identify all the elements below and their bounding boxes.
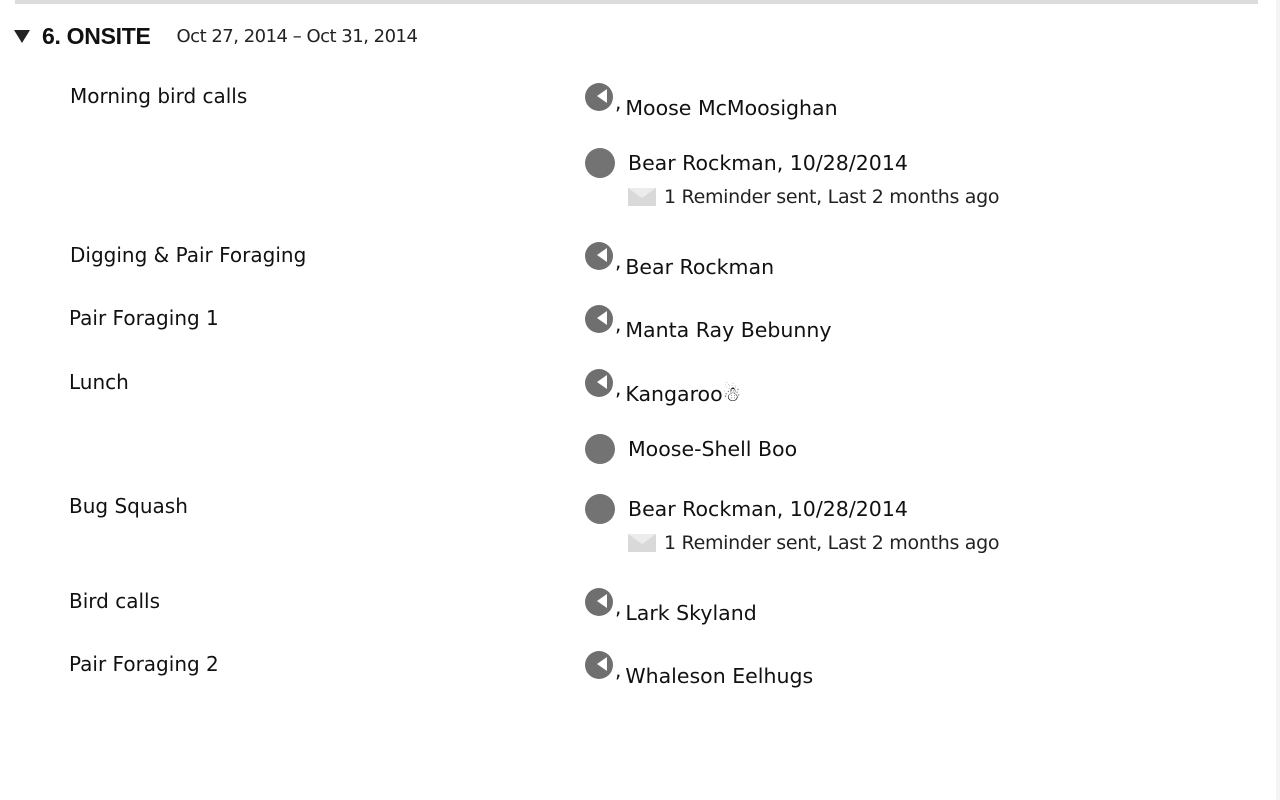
task-label: Pair Foraging 1 (69, 306, 219, 330)
mail-icon (628, 534, 656, 552)
assignee: , Lark Skyland (585, 588, 757, 625)
assignee: , Whaleson Eelhugs (585, 651, 813, 688)
assignee-name[interactable]: Bear Rockman (625, 255, 774, 279)
task-label: Digging & Pair Foraging (70, 243, 307, 267)
assignee-name[interactable]: Kangaroo☃ (625, 382, 741, 406)
flag-avatar-icon (585, 305, 613, 333)
task-label: Morning bird calls (70, 84, 248, 108)
assignee-separator: , (615, 658, 622, 682)
flag-avatar-icon (585, 651, 613, 679)
assignee-name[interactable]: Lark Skyland (625, 601, 756, 625)
task-label: Bird calls (69, 589, 160, 613)
section-header: 6. ONSITE Oct 27, 2014 – Oct 31, 2014 (14, 20, 418, 52)
assignee: Bear Rockman, 10/28/2014 (585, 148, 908, 178)
scrollbar-track[interactable] (1276, 0, 1280, 800)
assignee: , Manta Ray Bebunny (585, 305, 832, 342)
flag-avatar-icon (585, 588, 613, 616)
assignee-separator: , (615, 376, 622, 400)
mail-icon (628, 188, 656, 206)
flag-avatar-icon (585, 242, 613, 270)
assignee: Moose-Shell Boo (585, 434, 797, 464)
section-dates: Oct 27, 2014 – Oct 31, 2014 (176, 25, 418, 47)
collapse-triangle-icon[interactable] (14, 29, 30, 43)
avatar-dot-icon (585, 434, 615, 464)
task-label: Pair Foraging 2 (69, 652, 219, 676)
assignee-separator: , (615, 249, 622, 273)
avatar-dot-icon (585, 148, 615, 178)
reminder-text: 1 Reminder sent, Last 2 months ago (664, 532, 1000, 554)
assignee-separator: , (615, 595, 622, 619)
assignee-separator: , (615, 312, 622, 336)
assignee-name[interactable]: Moose-Shell Boo (628, 437, 797, 461)
assignee: , Kangaroo☃ (585, 369, 741, 406)
reminder-status: 1 Reminder sent, Last 2 months ago (628, 186, 1000, 208)
assignee-name[interactable]: Moose McMoosighan (625, 96, 837, 120)
assignee-name[interactable]: Whaleson Eelhugs (625, 664, 813, 688)
reminder-status: 1 Reminder sent, Last 2 months ago (628, 532, 1000, 554)
assignee-separator: , (615, 90, 622, 114)
assignee: Bear Rockman, 10/28/2014 (585, 494, 908, 524)
flag-avatar-icon (585, 369, 613, 397)
task-label: Bug Squash (69, 494, 188, 518)
avatar-dot-icon (585, 494, 615, 524)
flag-avatar-icon (585, 83, 613, 111)
assignee-name[interactable]: Manta Ray Bebunny (625, 318, 831, 342)
assignee: , Bear Rockman (585, 242, 774, 279)
section-title: 6. ONSITE (42, 22, 151, 49)
reminder-text: 1 Reminder sent, Last 2 months ago (664, 186, 1000, 208)
assignee-name[interactable]: Bear Rockman, 10/28/2014 (628, 497, 908, 521)
assignee: , Moose McMoosighan (585, 83, 838, 120)
assignee-name[interactable]: Bear Rockman, 10/28/2014 (628, 151, 908, 175)
top-divider (15, 0, 1258, 4)
task-label: Lunch (69, 370, 129, 394)
